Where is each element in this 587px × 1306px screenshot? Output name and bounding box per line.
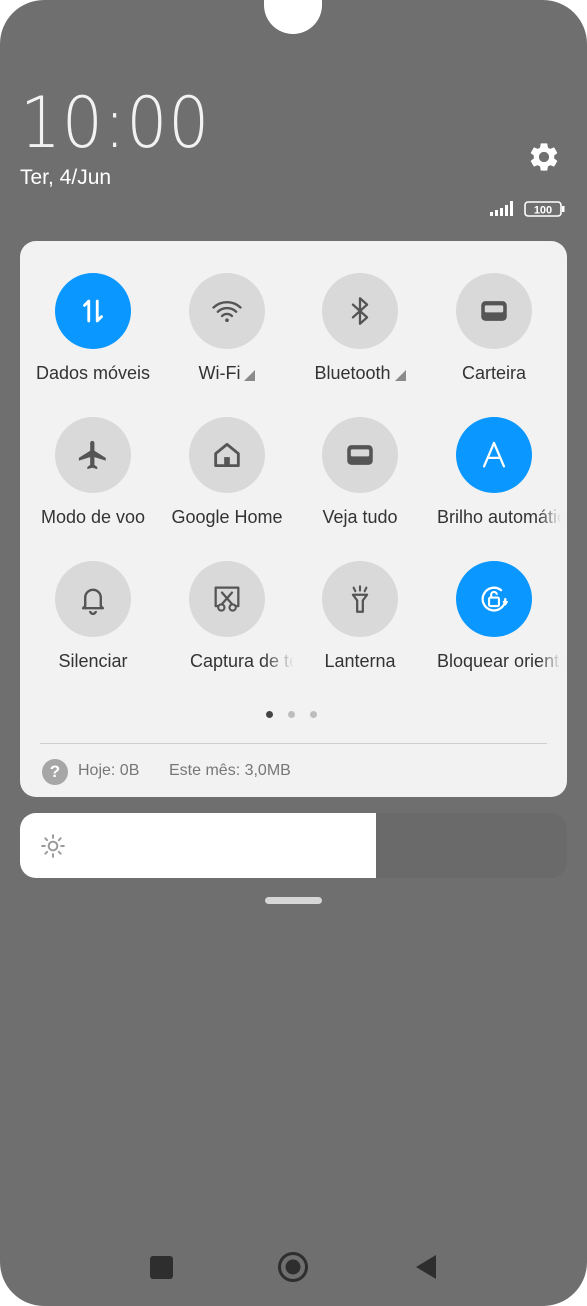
panel-drag-handle[interactable] (265, 897, 322, 904)
tile-rotation-lock-button[interactable] (456, 561, 532, 637)
tile-google-home[interactable]: Google Home (160, 417, 294, 537)
page-dot (288, 711, 295, 718)
tile-label: Silenciar (58, 651, 128, 671)
tile-screenshot[interactable]: Captura de tela (160, 561, 294, 681)
signal-icon (490, 201, 513, 216)
divider (40, 743, 547, 744)
phone-screen: 10:00 Ter, 4/Jun 100 Dados móveis Wi-Fi … (0, 0, 587, 1306)
tile-auto-brightness[interactable]: Brilho automático (427, 417, 561, 537)
page-dot (310, 711, 317, 718)
rotation-lock-icon (481, 586, 509, 612)
tile-flashlight[interactable]: Lanterna (293, 561, 427, 681)
clock: 10:00 (20, 82, 211, 164)
tile-bluetooth[interactable]: Bluetooth (293, 273, 427, 393)
tile-label: Captura de tela (160, 651, 294, 672)
bluetooth-icon (351, 297, 369, 325)
tile-auto-brightness-button[interactable] (456, 417, 532, 493)
tile-label: Carteira (461, 363, 527, 383)
brightness-slider[interactable] (20, 813, 567, 878)
tile-wifi-button[interactable] (189, 273, 265, 349)
tile-rotation-lock[interactable]: Bloquear orientação (427, 561, 561, 681)
tile-screenshot-button[interactable] (189, 561, 265, 637)
status-bar: 100 (490, 201, 565, 217)
tile-label: Bluetooth (293, 363, 427, 384)
tile-airplane-mode-button[interactable] (55, 417, 131, 493)
bell-icon (81, 588, 105, 616)
data-usage-month[interactable]: Este mês: 3,0MB (169, 762, 291, 780)
wallet-icon (347, 445, 373, 465)
tile-see-all-button[interactable] (322, 417, 398, 493)
tile-silence-button[interactable] (55, 561, 131, 637)
tile-wallet-button[interactable] (456, 273, 532, 349)
tile-google-home-button[interactable] (189, 417, 265, 493)
quick-settings-panel: Dados móveis Wi-Fi Bluetooth Carteira Mo… (20, 241, 567, 797)
tile-mobile-data[interactable]: Dados móveis (26, 273, 160, 393)
tile-airplane-mode[interactable]: Modo de voo (26, 417, 160, 537)
tile-wallet[interactable]: Carteira (427, 273, 561, 393)
battery-icon: 100 (524, 201, 565, 217)
tile-mobile-data-button[interactable] (55, 273, 131, 349)
page-dot (266, 711, 273, 718)
tile-see-all[interactable]: Veja tudo (293, 417, 427, 537)
expand-triangle-icon[interactable] (244, 370, 256, 381)
tile-silence[interactable]: Silenciar (26, 561, 160, 681)
tile-label: Lanterna (324, 651, 396, 671)
tile-label: Google Home (171, 507, 283, 527)
tile-bluetooth-button[interactable] (322, 273, 398, 349)
wifi-icon (212, 300, 242, 323)
tile-label: Brilho automático (427, 507, 561, 528)
tile-label: Bloquear orientação (427, 651, 561, 672)
tile-label: Veja tudo (322, 507, 398, 527)
tile-label: Dados móveis (35, 363, 151, 383)
mobile-data-icon (83, 299, 103, 323)
expand-triangle-icon[interactable] (394, 370, 406, 381)
page-indicator (266, 711, 326, 721)
flashlight-icon (351, 585, 369, 613)
battery-level: 100 (534, 205, 552, 217)
wallet-icon (481, 301, 507, 321)
help-icon[interactable]: ? (42, 759, 68, 785)
brightness-slider-fill (20, 813, 376, 878)
recents-icon[interactable] (150, 1256, 173, 1279)
date: Ter, 4/Jun (20, 166, 112, 189)
camera-notch (264, 0, 322, 34)
tile-wifi[interactable]: Wi-Fi (160, 273, 294, 393)
settings-gear-icon[interactable] (527, 140, 561, 174)
home-icon (214, 442, 240, 468)
data-usage-today[interactable]: Hoje: 0B (78, 762, 139, 780)
back-icon[interactable] (414, 1253, 438, 1281)
tile-flashlight-button[interactable] (322, 561, 398, 637)
sun-icon (41, 834, 65, 858)
screenshot-icon (214, 586, 240, 612)
tile-label: Wi-Fi (160, 363, 294, 384)
airplane-icon (78, 440, 106, 470)
home-button-icon[interactable] (277, 1251, 309, 1283)
auto-brightness-icon (482, 441, 506, 468)
tile-label: Modo de voo (40, 507, 146, 527)
